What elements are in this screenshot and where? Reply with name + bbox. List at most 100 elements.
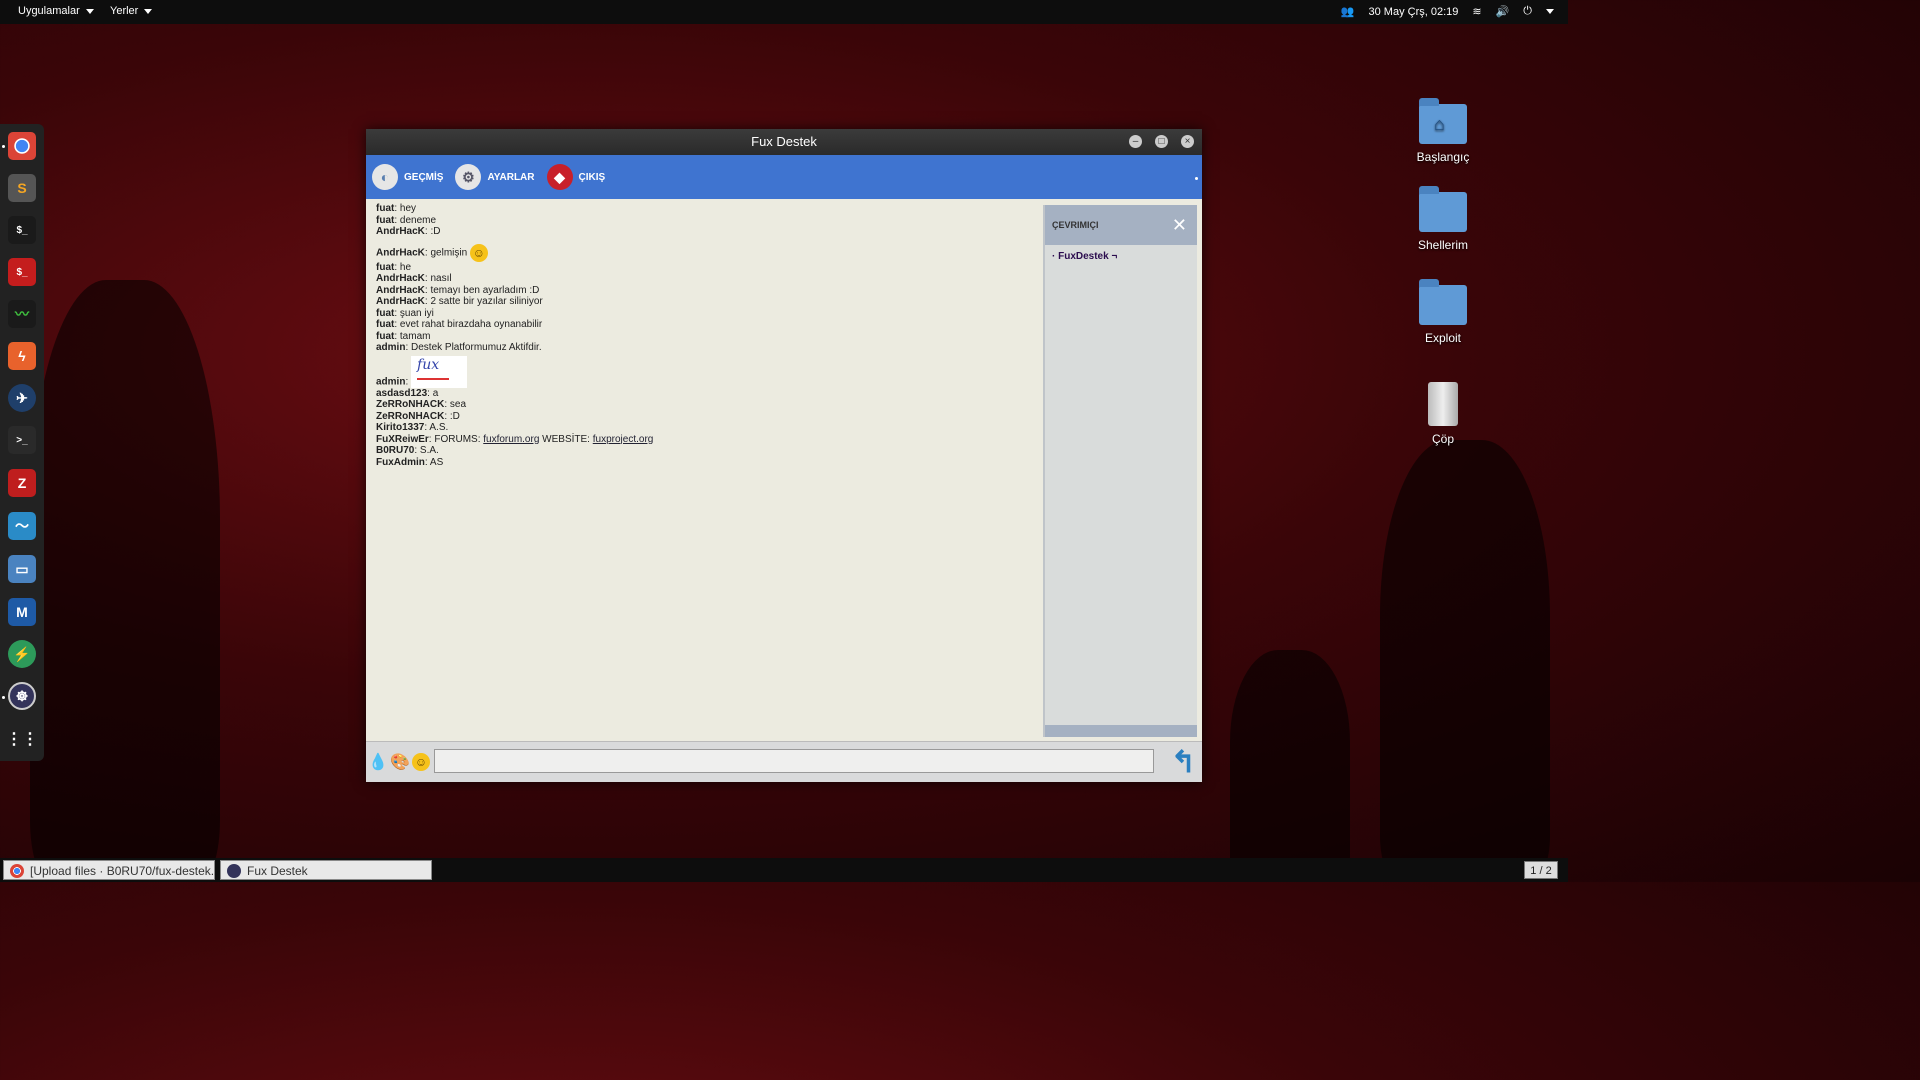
- chat-message: AndrHacK: :D: [376, 226, 441, 237]
- filezilla-icon[interactable]: Z: [8, 469, 36, 497]
- chrome-icon: [10, 864, 24, 878]
- home-folder-icon: ⌂: [1419, 98, 1467, 144]
- applications-menu-label: Uygulamalar: [18, 5, 80, 17]
- desktop-icon-shellerim[interactable]: Shellerim: [1403, 186, 1483, 252]
- exit-label: ÇIKIŞ: [578, 171, 606, 183]
- palette-icon[interactable]: 🎨: [390, 752, 410, 772]
- taskbar-item-fux-destek[interactable]: Fux Destek: [220, 860, 432, 880]
- fux-app-icon: [227, 864, 241, 878]
- gear-icon: ⚙: [455, 164, 482, 190]
- chat-log: fuat: hey fuat: deneme AndrHacK: :D Andr…: [366, 199, 1038, 739]
- users-icon[interactable]: 👥: [1341, 5, 1355, 18]
- taskbar-item-label: [Upload files · B0RU70/fux-destek...: [30, 864, 215, 878]
- exit-icon: ◆: [546, 164, 573, 190]
- chat-message: admin: fux: [376, 355, 1028, 388]
- app-grid-icon[interactable]: ⋮⋮: [6, 725, 38, 753]
- history-button[interactable]: ◐ GEÇMİŞ: [372, 164, 443, 190]
- close-icon[interactable]: ✕: [1172, 205, 1187, 245]
- chat-message: AndrHacK: nasıl: [376, 273, 452, 284]
- chat-message: fuat: hey: [376, 203, 417, 214]
- maximize-icon[interactable]: □: [1155, 135, 1168, 148]
- red-terminal-icon[interactable]: $_: [8, 258, 36, 286]
- desktop-icon-trash[interactable]: Çöp: [1403, 382, 1483, 446]
- running-indicator: [2, 696, 5, 699]
- chat-message: ZeRRoNHACK: sea: [376, 399, 467, 410]
- folder-icon: [1419, 186, 1467, 232]
- sublime-icon[interactable]: S: [8, 174, 36, 202]
- color-drops-icon[interactable]: 💧: [368, 752, 388, 772]
- volume-icon[interactable]: 🔊: [1496, 5, 1510, 18]
- taskbar-item-label: Fux Destek: [247, 864, 308, 878]
- chat-message: AndrHacK: gelmişin ☺: [376, 243, 1028, 262]
- chat-message: asdasd123: a: [376, 387, 439, 399]
- app-toolbar: ◐ GEÇMİŞ ⚙ AYARLAR ◆ ÇIKIŞ: [366, 155, 1202, 199]
- system-menu-chevron-icon[interactable]: [1546, 9, 1554, 14]
- message-input[interactable]: [434, 749, 1154, 773]
- places-menu[interactable]: Yerler: [110, 5, 153, 17]
- places-menu-label: Yerler: [110, 5, 139, 17]
- smiley-icon: ☺: [469, 243, 488, 262]
- chat-message: AndrHacK: temayı ben ayarladım :D: [376, 284, 540, 296]
- chat-message: Kirito1337: A.S.: [376, 422, 449, 433]
- history-label: GEÇMİŞ: [404, 171, 444, 183]
- window-titlebar[interactable]: Fux Destek – □ ×: [366, 129, 1202, 155]
- power-icon[interactable]: ⏻: [1523, 5, 1532, 18]
- chat-message: FuxAdmin: AS: [376, 456, 444, 468]
- terminal-dark-icon[interactable]: >_: [8, 426, 36, 454]
- chat-message: fuat: evet rahat birazdaha oynanabilir: [376, 319, 543, 330]
- desktop-icon-label: Exploit: [1424, 331, 1462, 345]
- chevron-down-icon: [85, 8, 94, 14]
- terminal-icon[interactable]: $_: [8, 216, 36, 244]
- website-link[interactable]: fuxproject.org: [593, 434, 654, 445]
- exit-button[interactable]: ◆ ÇIKIŞ: [546, 164, 606, 190]
- bottom-taskbar: [Upload files · B0RU70/fux-destek... Fux…: [0, 858, 1568, 882]
- chat-message: FuXReiwEr: FORUMS: fuxforum.org WEBSİTE:…: [376, 433, 654, 445]
- desktop-icon-label: Çöp: [1431, 432, 1454, 446]
- settings-label: AYARLAR: [487, 171, 535, 183]
- wallpaper-figure-right: [1380, 440, 1550, 880]
- trash-icon: [1428, 382, 1458, 426]
- desktop-icon-label: Başlangıç: [1416, 150, 1470, 164]
- history-icon: ◐: [372, 164, 398, 190]
- burp-icon[interactable]: ϟ: [8, 342, 36, 370]
- dock: S $_ $_ 〰 ϟ ✈ >_ Z 〜 ▭ M ⚡ ☸ ⋮⋮: [0, 124, 44, 761]
- system-monitor-icon[interactable]: 〰: [8, 300, 36, 328]
- applications-menu[interactable]: Uygulamalar: [18, 5, 94, 17]
- online-panel-header: ÇEVRIMIÇI ✕: [1045, 205, 1197, 245]
- chrome-icon[interactable]: [8, 132, 36, 160]
- chat-message: ZeRRoNHACK: :D: [376, 410, 460, 422]
- message-input-bar: 💧 🎨 ☺ ↰: [366, 741, 1202, 782]
- minimize-icon[interactable]: –: [1129, 135, 1142, 148]
- zenmap-icon[interactable]: ✈: [8, 384, 36, 412]
- emoji-icon[interactable]: ☺: [412, 753, 430, 771]
- malwarebytes-icon[interactable]: M: [8, 598, 36, 626]
- wallpaper-figure-left: [30, 280, 220, 880]
- chat-message: fuat: deneme: [376, 214, 437, 226]
- online-user-item[interactable]: · FuxDestek ¬: [1045, 245, 1197, 268]
- chat-message: B0RU70: S.A.: [376, 445, 439, 456]
- chat-message: admin: Destek Platformumuz Aktifdir.: [376, 342, 542, 353]
- files-icon[interactable]: ▭: [8, 555, 36, 583]
- workspace-pager[interactable]: 1 / 2: [1524, 861, 1558, 879]
- settings-button[interactable]: ⚙ AYARLAR: [455, 164, 535, 190]
- wifi-icon[interactable]: ≋: [1472, 5, 1481, 18]
- forum-link[interactable]: fuxforum.org: [483, 434, 539, 445]
- fux-logo-image: fux: [411, 355, 468, 388]
- chat-message: fuat: he: [376, 261, 412, 273]
- fux-app-icon[interactable]: ☸: [8, 682, 36, 710]
- chat-message: fuat: tamam: [376, 330, 431, 342]
- running-indicator: [2, 145, 5, 148]
- desktop-icon-label: Shellerim: [1417, 238, 1468, 252]
- chevron-down-icon: [144, 8, 153, 14]
- wireshark-icon[interactable]: 〜: [8, 512, 36, 540]
- desktop-icon-home[interactable]: ⌂ Başlangıç: [1403, 98, 1483, 164]
- lightning-icon[interactable]: ⚡: [8, 640, 36, 668]
- close-icon[interactable]: ×: [1181, 135, 1194, 148]
- desktop-icon-exploit[interactable]: Exploit: [1403, 279, 1483, 345]
- send-icon[interactable]: ↰: [1171, 745, 1196, 780]
- fux-destek-window: Fux Destek – □ × ◐ GEÇMİŞ ⚙ AYARLAR ◆ ÇI…: [366, 129, 1202, 782]
- taskbar-item-browser[interactable]: [Upload files · B0RU70/fux-destek...: [3, 860, 215, 880]
- top-panel: Uygulamalar Yerler 👥 30 May Çrş, 02:19 ≋…: [0, 0, 1568, 24]
- wallpaper-figure-mid: [1230, 650, 1350, 880]
- clock[interactable]: 30 May Çrş, 02:19: [1369, 6, 1459, 18]
